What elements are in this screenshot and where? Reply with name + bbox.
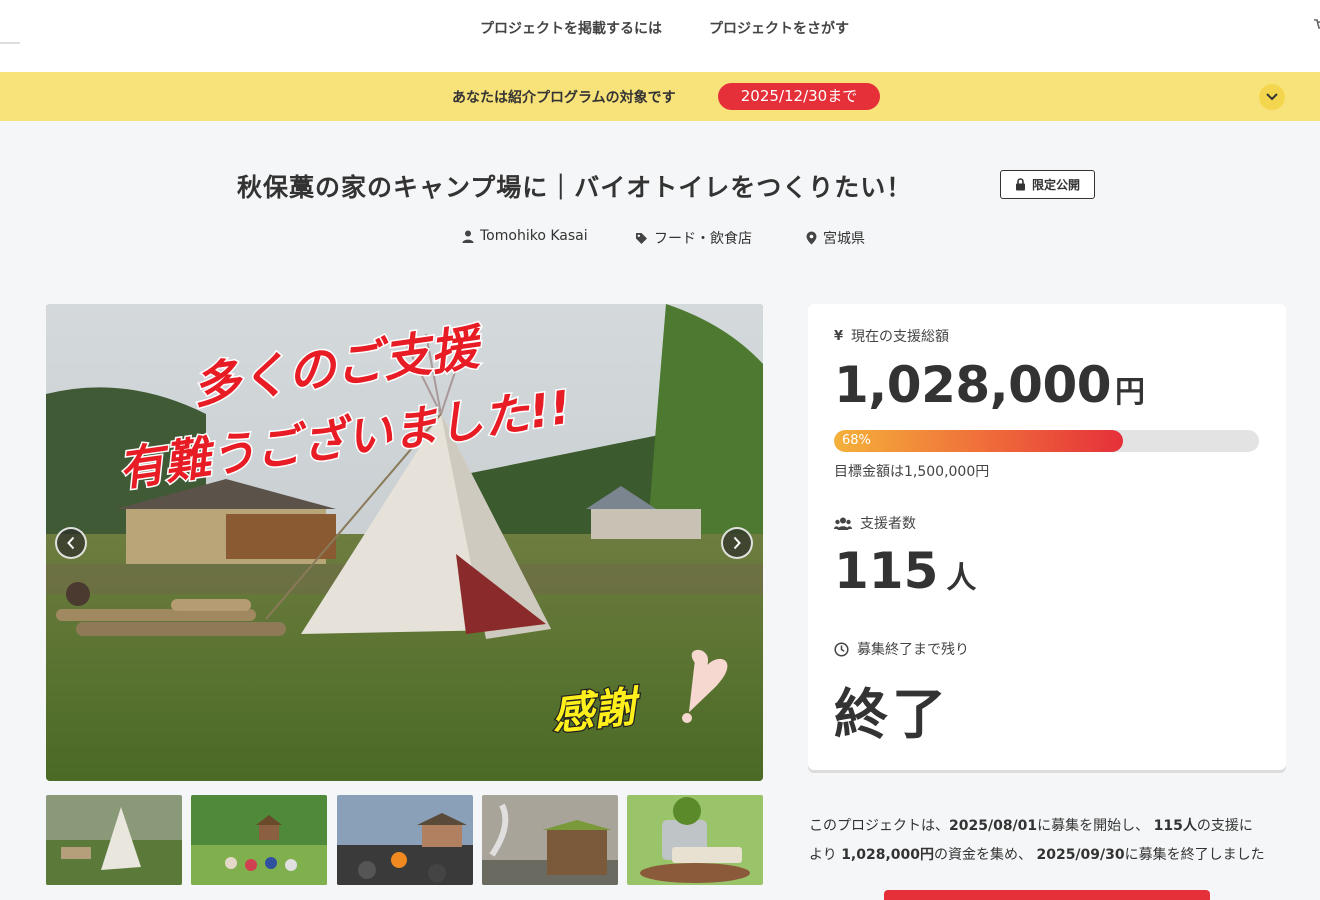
referral-message: あなたは紹介プログラムの対象です [452,90,676,106]
project-summary: このプロジェクトは、2025/08/01に募集を開始し、 115人の支援に より… [809,812,1289,870]
category-name: フード・飲食店 [654,231,752,247]
thumbnail-2[interactable] [191,795,327,885]
funding-progress-bar: 68% [834,430,1259,452]
backers-label: 支援者数 [860,516,916,532]
raised-label: 現在の支援総額 [851,329,950,345]
summary-start-date: 2025/08/01 [949,818,1038,834]
summary-text-3: の支援に [1196,818,1253,834]
project-title: 秋保藁の家のキャンプ場に｜バイオトイレをつくりたい！ [237,173,913,202]
carousel-prev-button[interactable] [55,527,87,559]
summary-text-1: このプロジェクトは、 [809,818,949,834]
summary-text-4: より [809,847,837,863]
location-name: 宮城県 [823,231,865,247]
project-header: 秋保藁の家のキャンプ場に｜バイオトイレをつくりたい！ 限定公開 [0,166,1320,206]
goal-amount: 目標金額は1,500,000円 [834,464,990,480]
nav-list-project-link[interactable]: プロジェクトを掲載するには [480,18,662,38]
thumbnail-1[interactable] [46,795,182,885]
remaining-label: 募集終了まで残り [857,642,969,658]
chevron-down-icon [1266,93,1278,101]
project-owner[interactable]: Tomohiko Kasai [462,228,588,244]
backers-count: 115 人 [834,542,976,600]
lock-icon [1015,178,1025,191]
cart-icon[interactable] [1312,16,1320,36]
thumbnail-4[interactable] [482,795,618,885]
header-divider [0,42,20,44]
summary-backers: 115人 [1153,818,1197,834]
summary-text-5: の資金を集め、 [934,847,1033,863]
support-button[interactable] [884,890,1210,900]
raised-amount-value: 1,028,000 [834,356,1112,414]
referral-deadline-badge: 2025/12/30まで [718,83,880,110]
referral-banner: あなたは紹介プログラムの対象です 2025/12/30まで [0,72,1320,121]
project-location[interactable]: 宮城県 [806,228,865,248]
clock-icon [834,641,849,657]
tag-icon [636,232,647,244]
visibility-label: 限定公開 [1031,178,1080,192]
backers-label-row: 支援者数 [834,513,916,533]
backers-count-unit: 人 [946,561,977,596]
backers-count-value: 115 [834,542,939,600]
location-pin-icon [806,231,817,245]
hero-overlay-thanks: 感謝 [549,681,644,739]
chevron-left-icon [67,536,75,550]
summary-text-2: に募集を開始し、 [1037,818,1150,834]
funding-progress-fill [834,430,1123,452]
top-navigation: プロジェクトを掲載するには プロジェクトをさがす [0,0,1320,72]
raised-amount-unit: 円 [1115,375,1145,410]
thumbnail-5[interactable] [627,795,763,885]
remaining-value: 終了 [834,683,950,746]
visibility-badge: 限定公開 [1000,170,1095,199]
hero-image: 多くのご支援 有難うございました!! 感謝 [46,304,763,781]
owner-name: Tomohiko Kasai [480,228,588,244]
funding-progress-label: 68% [842,433,871,448]
funding-stats-card: ¥ 現在の支援総額 1,028,000 円 68% 目標金額は1,500,000円… [808,304,1286,770]
banner-expand-button[interactable] [1259,84,1285,110]
chevron-right-icon [733,536,741,550]
raised-label-row: ¥ 現在の支援総額 [834,326,949,346]
project-category[interactable]: フード・飲食店 [635,228,752,248]
remaining-label-row: 募集終了まで残り [834,639,969,659]
raised-amount: 1,028,000 円 [834,356,1145,414]
carousel-next-button[interactable] [721,527,753,559]
users-icon [834,517,852,530]
yen-icon: ¥ [834,328,844,344]
nav-find-project-link[interactable]: プロジェクトをさがす [709,18,849,38]
summary-amount: 1,028,000円 [841,847,935,863]
user-icon [462,230,474,243]
thumbnail-3[interactable] [337,795,473,885]
summary-text-6: に募集を終了しました [1124,847,1265,863]
summary-end-date: 2025/09/30 [1036,847,1125,863]
